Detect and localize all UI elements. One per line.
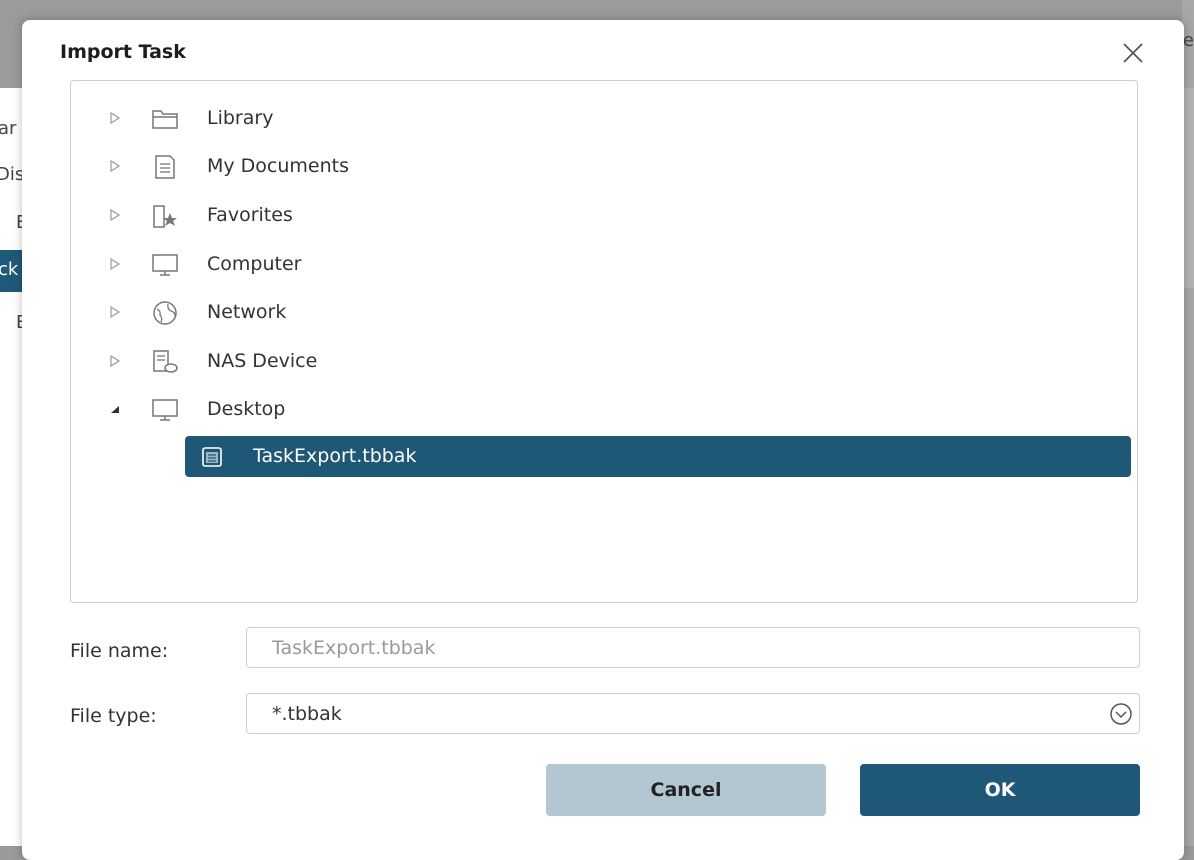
monitor-icon — [152, 254, 178, 276]
file-icon — [202, 447, 222, 467]
expand-arrow-icon[interactable] — [109, 258, 121, 270]
file-type-label: File type: — [70, 705, 157, 727]
selected-file-label: TaskExport.tbbak — [253, 445, 417, 467]
folder-tree: Library My Documents Favorites Computer … — [70, 80, 1138, 603]
tree-item-label: Favorites — [207, 204, 293, 226]
file-name-label: File name: — [70, 640, 169, 662]
folder-icon — [152, 110, 178, 129]
tree-item-desktop[interactable]: Desktop — [71, 387, 1137, 433]
favorites-icon — [153, 205, 177, 228]
tree-item-label: Network — [207, 301, 287, 323]
document-icon — [155, 155, 175, 179]
globe-icon — [153, 301, 177, 325]
expand-arrow-icon[interactable] — [109, 355, 121, 367]
tree-item-library[interactable]: Library — [71, 96, 1137, 142]
tree-item-label: Library — [207, 107, 274, 129]
file-type-select[interactable]: *.tbbak — [246, 693, 1140, 734]
close-button[interactable] — [1120, 40, 1146, 66]
file-type-value: *.tbbak — [272, 703, 342, 725]
ok-button[interactable]: OK — [860, 764, 1140, 816]
cancel-button[interactable]: Cancel — [546, 764, 826, 816]
file-name-value: TaskExport.tbbak — [272, 637, 436, 659]
collapse-arrow-icon[interactable] — [109, 403, 121, 415]
tree-item-nas-device[interactable]: NAS Device — [71, 339, 1137, 385]
tree-item-label: Computer — [207, 253, 302, 275]
close-icon — [1123, 43, 1143, 63]
tree-item-computer[interactable]: Computer — [71, 242, 1137, 288]
tree-item-my-documents[interactable]: My Documents — [71, 144, 1137, 190]
file-name-input[interactable]: TaskExport.tbbak — [246, 627, 1140, 668]
expand-arrow-icon[interactable] — [109, 209, 121, 221]
expand-arrow-icon[interactable] — [109, 306, 121, 318]
tree-item-label: NAS Device — [207, 350, 318, 372]
expand-arrow-icon[interactable] — [109, 112, 121, 124]
tree-item-favorites[interactable]: Favorites — [71, 193, 1137, 239]
chevron-down-icon[interactable] — [1109, 702, 1133, 726]
tree-item-label: Desktop — [207, 398, 286, 420]
import-task-dialog: Import Task Library My Documents Favorit… — [22, 20, 1184, 860]
tree-item-selected-file[interactable]: TaskExport.tbbak — [185, 436, 1131, 477]
dialog-title: Import Task — [60, 41, 186, 63]
expand-arrow-icon[interactable] — [109, 160, 121, 172]
tree-item-network[interactable]: Network — [71, 290, 1137, 336]
background-right-text: e — [1182, 30, 1194, 51]
tree-item-label: My Documents — [207, 155, 350, 177]
monitor-icon — [152, 399, 178, 421]
nas-icon — [153, 350, 178, 373]
